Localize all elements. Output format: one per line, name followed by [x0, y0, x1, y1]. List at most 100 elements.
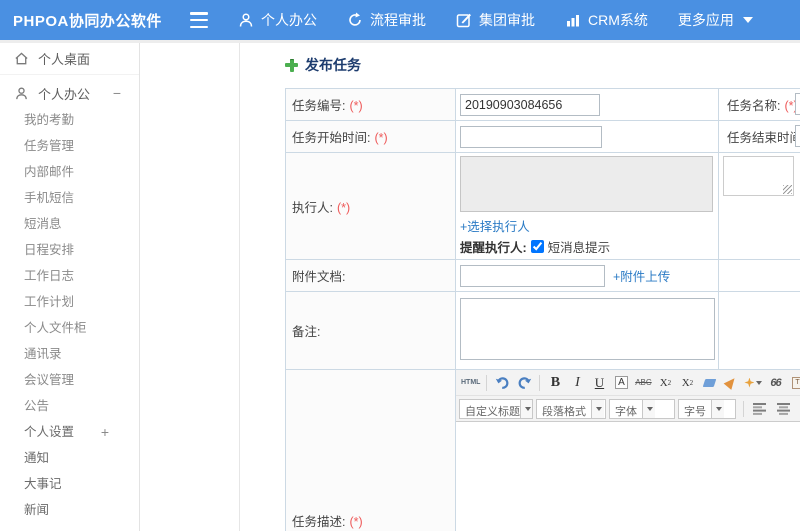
sidebar-item-attendance[interactable]: 我的考勤	[0, 107, 139, 133]
caret-down-icon	[524, 406, 531, 411]
end-time-input[interactable]	[795, 125, 800, 147]
sidebar-item-milestones[interactable]: 大事记	[0, 471, 139, 497]
sidebar-menu: 我的考勤 任务管理 内部邮件 手机短信 短消息 日程安排 工作日志 工作计划 个…	[0, 107, 139, 523]
sidebar-item-personal-settings[interactable]: 个人设置 +	[0, 419, 139, 445]
sidebar-item-work-log[interactable]: 工作日志	[0, 263, 139, 289]
nav-workflow-approval[interactable]: 流程审批	[347, 10, 426, 30]
add-task-icon	[285, 58, 298, 72]
rich-text-editor: HTML B I U A ABC X2 X2 66 T 自定义标题 段落格式 字…	[456, 370, 800, 531]
app-logo[interactable]: PHPOA协同办公软件	[0, 10, 161, 31]
task-number-label: 任务编号: (*)	[285, 88, 456, 121]
sidebar-item-file-cabinet[interactable]: 个人文件柜	[0, 315, 139, 341]
sms-remind-checkbox[interactable]	[530, 240, 544, 253]
executor-textarea[interactable]	[460, 156, 713, 212]
toolbar-separator	[539, 374, 541, 391]
eraser-icon	[702, 378, 717, 387]
expand-toggle[interactable]: +	[101, 419, 109, 445]
page-title: 发布任务	[285, 55, 361, 75]
sidebar-item-contacts[interactable]: 通讯录	[0, 341, 139, 367]
remark-textarea[interactable]	[460, 298, 715, 360]
caret-down-icon	[647, 406, 653, 411]
home-icon	[15, 52, 28, 65]
main-content: 发布任务 任务编号:(*) 任务名称:(*) 任务开始时间:(*) 任务结束时间…	[240, 43, 800, 531]
sidebar: 个人桌面 个人办公 − 我的考勤 任务管理 内部邮件 手机短信 短消息 日程安排…	[0, 43, 140, 531]
sidebar-item-desktop[interactable]: 个人桌面	[0, 43, 139, 75]
custom-heading-dropdown[interactable]: 自定义标题	[459, 398, 533, 419]
user-icon	[238, 12, 254, 28]
task-description-label: 任务描述: (*)	[285, 369, 456, 531]
subscript-button[interactable]: X2	[677, 373, 697, 393]
sidebar-item-short-message[interactable]: 短消息	[0, 211, 139, 237]
blockquote-button[interactable]: 66	[765, 373, 785, 393]
underline-button[interactable]: U	[589, 373, 609, 393]
align-left-button[interactable]	[750, 399, 770, 419]
end-time-label: 任务结束时间:(*)	[718, 120, 800, 153]
secondary-panel	[140, 43, 240, 531]
sidebar-item-mobile-sms[interactable]: 手机短信	[0, 185, 139, 211]
remark-label: 备注:	[285, 291, 456, 370]
nav-crm-system[interactable]: CRM系统	[565, 10, 648, 30]
sidebar-item-news[interactable]: 新闻	[0, 497, 139, 523]
brush-icon	[724, 375, 739, 390]
select-executor-link[interactable]: +选择执行人	[460, 220, 530, 234]
menu-toggle-icon[interactable]	[190, 12, 210, 28]
attachment-upload-link[interactable]: +附件上传	[613, 266, 670, 285]
task-number-row: 任务编号:(*) 任务名称:(*)	[285, 88, 800, 121]
strikethrough-button[interactable]: ABC	[633, 373, 653, 393]
sidebar-item-meeting-management[interactable]: 会议管理	[0, 367, 139, 393]
sidebar-item-internal-mail[interactable]: 内部邮件	[0, 159, 139, 185]
task-name-label: 任务名称: (*)	[718, 88, 800, 121]
edit-icon	[456, 12, 472, 28]
bold-button[interactable]: B	[545, 373, 565, 393]
bar-chart-icon	[565, 12, 581, 28]
task-time-row: 任务开始时间:(*) 任务结束时间:(*)	[285, 120, 800, 153]
process-icon	[347, 12, 363, 28]
editor-toolbar-row1: HTML B I U A ABC X2 X2 66 T	[456, 370, 800, 396]
attachment-label: 附件文档:	[285, 259, 456, 292]
font-style-button[interactable]: A	[611, 373, 631, 393]
toolbar-separator	[743, 400, 744, 417]
autotypeset-button[interactable]	[743, 373, 763, 393]
caret-down-icon	[742, 17, 753, 23]
align-center-button[interactable]	[774, 399, 794, 419]
description-row: 任务描述: (*) HTML B I U A ABC X 2 X 2 66 T …	[285, 369, 800, 531]
top-header: PHPOA协同办公软件 个人办公 流程审批 集团审批 CRM系统 更多应用	[0, 0, 800, 40]
eraser-button[interactable]	[699, 373, 719, 393]
sidebar-item-schedule[interactable]: 日程安排	[0, 237, 139, 263]
nav-group-approval[interactable]: 集团审批	[456, 10, 535, 30]
sidebar-item-personal-office[interactable]: 个人办公 −	[0, 79, 139, 107]
sidebar-item-announcement[interactable]: 公告	[0, 393, 139, 419]
nav-more-apps[interactable]: 更多应用	[678, 10, 753, 30]
start-time-label: 任务开始时间: (*)	[285, 120, 456, 153]
nav-personal-office[interactable]: 个人办公	[238, 10, 317, 30]
italic-button[interactable]: I	[567, 373, 587, 393]
sidebar-item-notice[interactable]: 通知	[0, 445, 139, 471]
redo-button[interactable]	[514, 373, 534, 393]
clipboard-icon: T	[791, 376, 800, 389]
superscript-button[interactable]: X2	[655, 373, 675, 393]
paragraph-format-dropdown[interactable]: 段落格式	[536, 398, 606, 419]
paste-button[interactable]: T	[787, 373, 800, 393]
format-brush-button[interactable]	[721, 373, 741, 393]
task-name-input[interactable]	[795, 93, 800, 115]
editor-toolbar-row2: 自定义标题 段落格式 字体 字号	[456, 396, 800, 421]
cc-textarea[interactable]	[723, 156, 794, 196]
magic-wand-icon	[744, 377, 755, 388]
sms-remind-label: 短消息提示	[547, 241, 611, 255]
alignment-buttons	[748, 399, 800, 419]
undo-button[interactable]	[492, 373, 512, 393]
toolbar-separator	[486, 374, 488, 391]
task-number-input[interactable]	[460, 93, 600, 116]
attachment-input[interactable]	[460, 264, 605, 287]
sidebar-item-work-plan[interactable]: 工作计划	[0, 289, 139, 315]
sidebar-item-task-management[interactable]: 任务管理	[0, 133, 139, 159]
collapse-toggle[interactable]: −	[113, 85, 121, 101]
source-code-button[interactable]: HTML	[460, 373, 481, 393]
font-size-dropdown[interactable]: 字号	[678, 398, 736, 419]
font-family-dropdown[interactable]: 字体	[609, 398, 675, 419]
user-icon	[16, 86, 27, 99]
start-time-input[interactable]	[460, 125, 602, 148]
task-description-editor[interactable]	[456, 421, 800, 531]
app-window: PHPOA协同办公软件 个人办公 流程审批 集团审批 CRM系统 更多应用 个人…	[0, 0, 800, 531]
remind-executor-label: 提醒执行人:	[460, 241, 527, 255]
